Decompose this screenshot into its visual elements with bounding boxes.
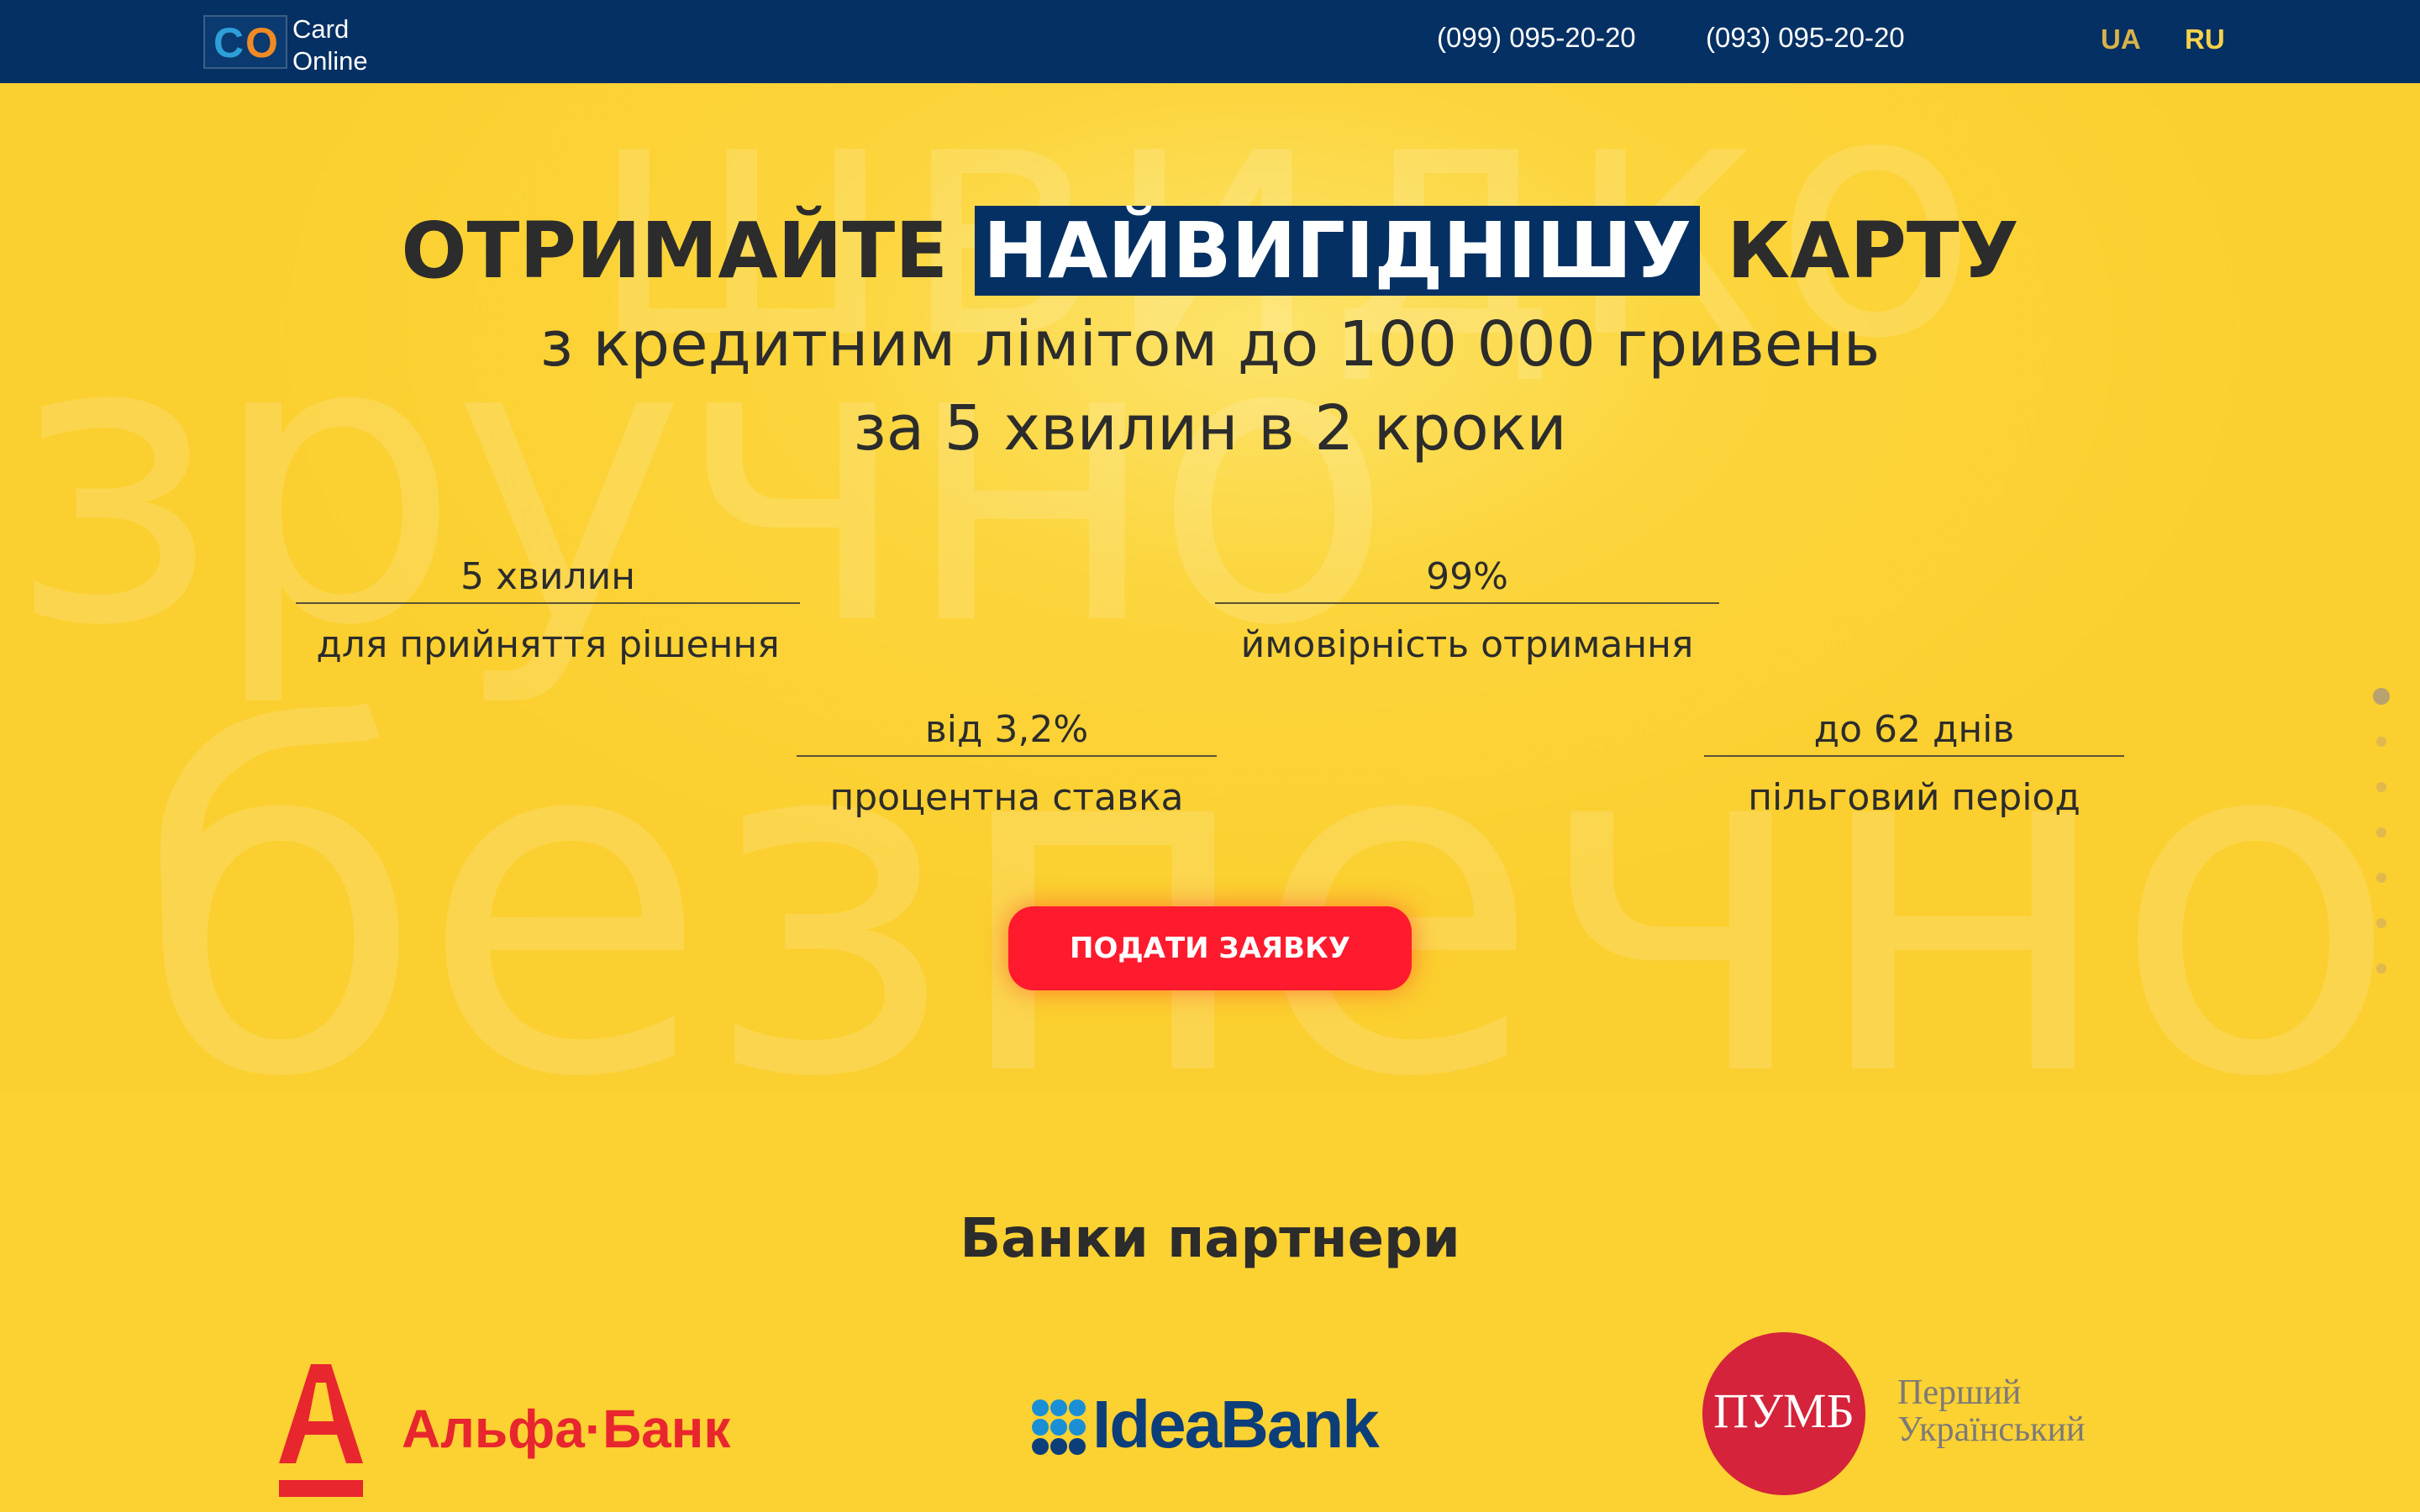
phone-link-2[interactable]: (093) 095-20-20 <box>1706 22 1905 54</box>
site-logo[interactable]: C O Card Online <box>203 13 397 76</box>
pagination-dot[interactable] <box>2376 918 2386 928</box>
pumb-logo-text: ПУМБ <box>1713 1383 1854 1438</box>
pagination-dot[interactable] <box>2376 963 2386 974</box>
hero-subline-1: з кредитним лімітом до 100 000 гривень <box>539 308 1881 381</box>
logo-letter-o: O <box>245 19 278 66</box>
alfa-bank-logo-icon <box>279 1364 363 1497</box>
top-navbar: C O Card Online (099) 095-20-20 (093) 09… <box>0 0 2420 83</box>
pagination-dot[interactable] <box>2376 782 2386 792</box>
lang-ru-link[interactable]: RU <box>2185 24 2225 55</box>
hero-subline-2: за 5 хвилин в 2 кроки <box>853 392 1567 465</box>
headline-start: ОТРИМАЙТЕ <box>401 206 976 296</box>
idea-bank-name: IdeaBank <box>1092 1387 1380 1462</box>
logo-text-line1: Card <box>292 14 350 44</box>
apply-button[interactable]: ПОДАТИ ЗАЯВКУ <box>1008 906 1412 990</box>
stat-label: ймовірність отримання <box>1240 623 1694 666</box>
stat-approval-probability: 99% ймовірність отримання <box>1215 552 1719 666</box>
stat-decision-time: 5 хвилин для прийняття рішення <box>296 552 800 666</box>
headline-highlight: НАЙВИГІДНІШУ <box>975 206 1701 296</box>
stat-value: від 3,2% <box>797 705 1217 757</box>
stat-value: 5 хвилин <box>296 552 800 604</box>
logo-badge: C O <box>203 15 287 69</box>
stat-label: пільговий період <box>1748 776 2081 819</box>
idea-bank-logo-icon <box>1032 1399 1086 1455</box>
hero-section: швидко зручно безпечно ОТРИМАЙТЕ НАЙВИГІ… <box>0 83 2420 1091</box>
pagination-dot[interactable] <box>2376 827 2386 837</box>
stat-label: для прийняття рішення <box>316 623 780 666</box>
pumb-name-line2: Український <box>1897 1410 2086 1449</box>
stat-value: до 62 днів <box>1704 705 2124 757</box>
pagination-dot[interactable] <box>2373 688 2390 705</box>
lang-ua-link[interactable]: UA <box>2101 24 2141 55</box>
headline-end: КАРТУ <box>1700 206 2019 296</box>
stat-interest-rate: від 3,2% процентна ставка <box>797 705 1217 819</box>
logo-letter-c: C <box>213 19 245 66</box>
logo-text: Card Online <box>292 13 368 77</box>
pagination-dot[interactable] <box>2376 873 2386 883</box>
hero-headline: ОТРИМАЙТЕ НАЙВИГІДНІШУ КАРТУ <box>0 201 2420 302</box>
pumb-bank-name: Перший Український <box>1897 1374 2085 1448</box>
stat-label: процентна ставка <box>829 776 1184 819</box>
phone-link-1[interactable]: (099) 095-20-20 <box>1437 22 1636 54</box>
pumb-name-line1: Перший <box>1897 1373 2022 1412</box>
pumb-logo-icon: ПУМБ <box>1702 1332 1865 1495</box>
alfa-bank-name: Альфа·Банк <box>402 1399 731 1459</box>
logo-text-line2: Online <box>292 46 368 76</box>
stat-value: 99% <box>1215 552 1719 604</box>
stat-grace-period: до 62 днів пільговий період <box>1704 705 2124 819</box>
partners-title: Банки партнери <box>960 1208 1460 1270</box>
pagination-dot[interactable] <box>2376 737 2386 747</box>
